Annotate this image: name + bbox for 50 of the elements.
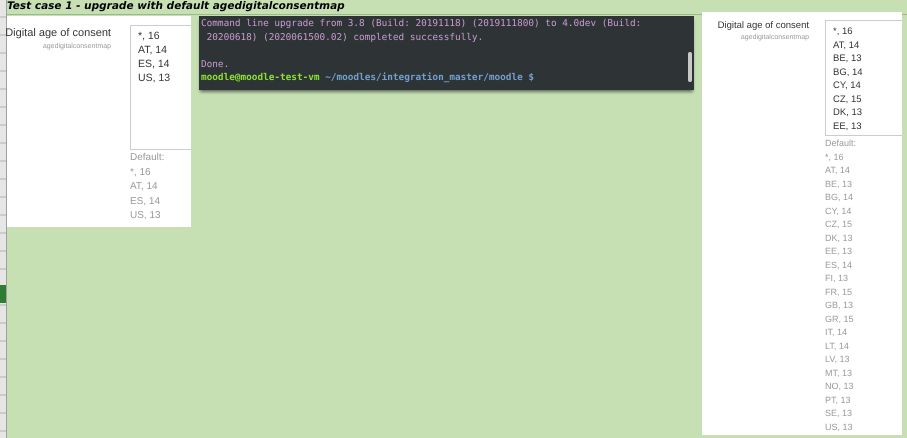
default-entry: DK, 13 [825, 232, 854, 244]
default-entry: AT, 14 [130, 180, 159, 194]
list-entry: *, 16 [138, 29, 161, 43]
default-entry: ES, 14 [130, 194, 162, 208]
list-entry: ES, 14 [138, 57, 171, 71]
list-entry: CY, 14 [833, 79, 862, 92]
setting-label: Digital age of consent [5, 26, 111, 41]
default-label: Default: [825, 137, 858, 150]
prompt-user-host: moodle@moodle-test-vm [201, 71, 320, 84]
list-entry: BE, 13 [833, 52, 863, 66]
default-entry: BE, 13 [825, 178, 854, 190]
terminal-output: Command line upgrade from 3.8 (Build: 20191118) (2019111800) to 4.0dev (Build: [201, 17, 642, 30]
terminal-output: 20200618) (2020061500.02) completed successfully. [206, 30, 484, 44]
default-entry: NO, 13 [825, 380, 855, 393]
test-case-heading: Test case 1 - upgrade with default agedigitalconsentmap [7, 0, 346, 13]
list-entry: CZ, 15 [833, 92, 863, 106]
list-entry: EE, 13 [833, 120, 863, 133]
default-entry: *, 16 [130, 166, 152, 180]
default-entry: EE, 13 [825, 245, 854, 258]
list-entry: AT, 14 [138, 43, 168, 57]
default-entry: SE, 13 [825, 407, 854, 420]
prompt-path: ~/moodles/integration_master/moodle $ [325, 71, 534, 84]
default-entry: US, 13 [130, 209, 162, 223]
default-entry: LT, 14 [825, 340, 850, 352]
default-entry: GB, 13 [825, 299, 854, 312]
default-entry: AT, 14 [825, 164, 851, 177]
default-label: Default: [130, 151, 166, 165]
default-entry: LV, 13 [825, 353, 851, 366]
default-entry: MT, 13 [825, 366, 854, 380]
list-textarea[interactable]: *, 16 AT, 14 ES, 14 US, 13 [130, 25, 191, 150]
default-entry: US, 13 [825, 420, 854, 434]
list-entry: DK, 13 [833, 106, 864, 120]
default-entry: FI, 13 [825, 272, 850, 285]
setting-label: Digital age of consent [718, 19, 809, 33]
default-entry: GR, 15 [825, 312, 855, 326]
list-entry: *, 16 [833, 25, 854, 38]
default-entry: IT, 14 [825, 326, 848, 339]
default-entry: BG, 14 [825, 191, 854, 204]
default-entry: *, 16 [825, 150, 845, 164]
default-entry: CZ, 15 [825, 218, 854, 231]
default-entry: FR, 15 [825, 286, 854, 298]
list-entry: US, 13 [138, 71, 172, 85]
list-entry: BG, 14 [833, 66, 864, 79]
terminal-output: Done. [201, 58, 230, 71]
default-entry: PT, 13 [825, 394, 852, 406]
default-entry: ES, 14 [825, 258, 854, 272]
scrollbar [688, 52, 692, 82]
default-entry: CY, 14 [825, 204, 852, 218]
list-entry: AT, 14 [833, 38, 860, 52]
list-textarea[interactable]: *, 16 AT, 14 BE, 13 BG, 14 CY, 14 CZ, 15 DK, 13 EE, 13 [825, 20, 902, 136]
